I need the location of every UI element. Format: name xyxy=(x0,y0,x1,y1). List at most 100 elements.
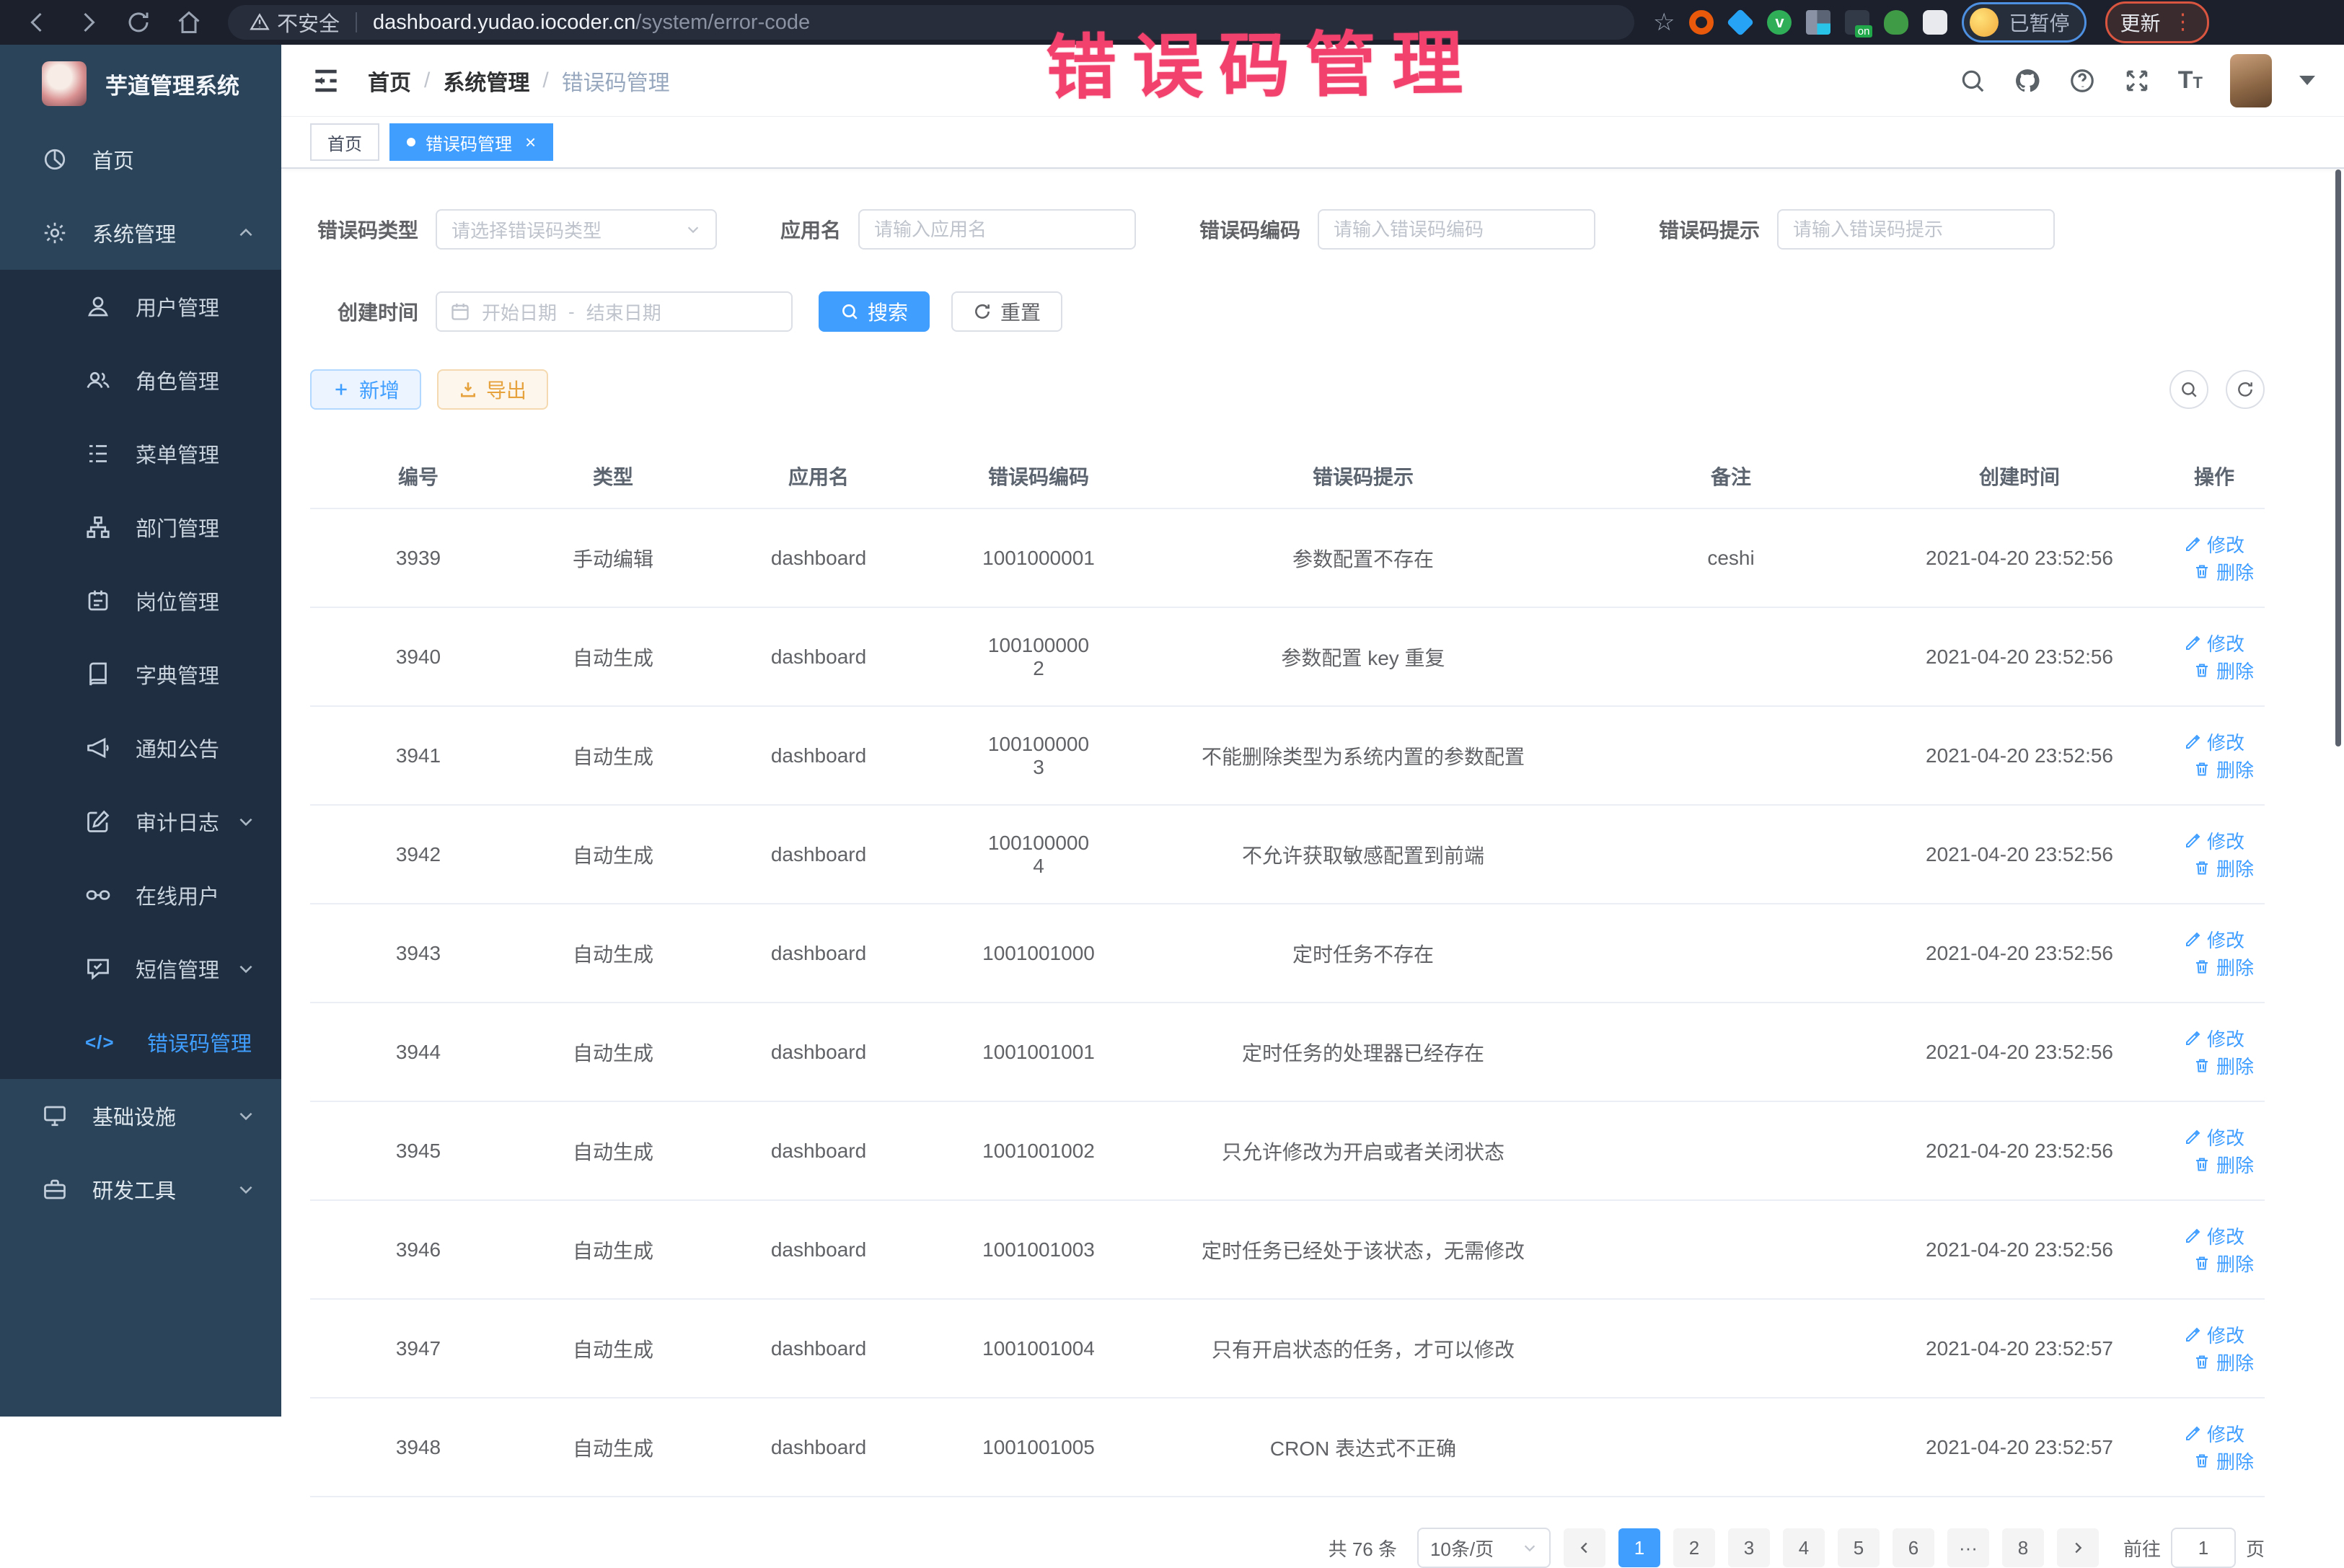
delete-link-label: 删除 xyxy=(2216,657,2254,684)
refresh-table-button[interactable] xyxy=(2226,370,2265,409)
delete-link[interactable]: 删除 xyxy=(2193,1349,2254,1375)
delete-link[interactable]: 删除 xyxy=(2193,1151,2254,1178)
bookmark-star-icon[interactable]: ☆ xyxy=(1653,10,1675,35)
browser-menu-icon[interactable]: ⋮ xyxy=(2172,14,2194,31)
edit-link[interactable]: 修改 xyxy=(2184,630,2244,656)
help-icon[interactable] xyxy=(2068,67,2096,94)
delete-link[interactable]: 删除 xyxy=(2193,855,2254,881)
edit-link[interactable]: 修改 xyxy=(2184,531,2244,558)
link-icon xyxy=(85,882,111,908)
export-button[interactable]: 导出 xyxy=(437,369,548,410)
page-button-4[interactable]: 4 xyxy=(1783,1528,1825,1567)
sidebar-item-system[interactable]: 系统管理 xyxy=(0,196,281,270)
error-type-select[interactable]: 请选择错误码类型 xyxy=(436,209,717,250)
security-warning[interactable]: 不安全 xyxy=(250,7,340,38)
profile-avatar xyxy=(1970,8,1999,37)
back-icon[interactable] xyxy=(25,9,50,35)
edit-link[interactable]: 修改 xyxy=(2184,827,2244,854)
cell-app: dashboard xyxy=(771,547,866,569)
more-pages-button[interactable]: ··· xyxy=(1947,1528,1989,1567)
edit-link[interactable]: 修改 xyxy=(2184,1420,2244,1447)
reset-button[interactable]: 重置 xyxy=(951,291,1062,332)
sidebar-item-sms[interactable]: 短信管理 xyxy=(0,932,281,1005)
error-code-input[interactable] xyxy=(1318,209,1595,250)
extension-icon-1[interactable] xyxy=(1689,10,1714,35)
sidebar-item-posts[interactable]: 岗位管理 xyxy=(0,564,281,638)
page-button-1[interactable]: 1 xyxy=(1618,1528,1660,1567)
fullscreen-icon[interactable] xyxy=(2123,67,2151,94)
edit-link[interactable]: 修改 xyxy=(2184,1321,2244,1348)
page-size-select[interactable]: 10条/页 xyxy=(1417,1528,1551,1568)
delete-link[interactable]: 删除 xyxy=(2193,558,2254,585)
delete-link[interactable]: 删除 xyxy=(2193,1052,2254,1079)
avatar-caret-icon[interactable] xyxy=(2299,76,2315,85)
close-tab-icon[interactable]: × xyxy=(525,133,536,151)
trash-icon xyxy=(2193,1452,2211,1469)
sidebar-logo-row[interactable]: 芋道管理系统 xyxy=(0,45,281,123)
extension-icon-3[interactable]: v xyxy=(1767,10,1792,35)
app-name-input[interactable] xyxy=(858,209,1136,250)
search-button[interactable]: 搜索 xyxy=(819,291,930,332)
search-icon[interactable] xyxy=(1959,67,1986,94)
delete-link[interactable]: 删除 xyxy=(2193,1250,2254,1277)
sidebar-item-home[interactable]: 首页 xyxy=(0,123,281,196)
update-chip[interactable]: 更新 ⋮ xyxy=(2105,1,2209,43)
sidebar-item-error-codes[interactable]: </> 错误码管理 xyxy=(0,1005,281,1079)
forward-icon[interactable] xyxy=(75,9,101,35)
font-size-icon[interactable]: TT xyxy=(2178,66,2203,94)
hamburger-icon[interactable] xyxy=(310,65,342,97)
page-button-5[interactable]: 5 xyxy=(1838,1528,1880,1567)
delete-link[interactable]: 删除 xyxy=(2193,953,2254,980)
breadcrumb-system[interactable]: 系统管理 xyxy=(443,65,529,97)
page-button-6[interactable]: 6 xyxy=(1893,1528,1934,1567)
add-button[interactable]: 新增 xyxy=(310,369,421,410)
date-range-picker[interactable]: 开始日期 - 结束日期 xyxy=(436,291,793,332)
delete-link[interactable]: 删除 xyxy=(2193,657,2254,684)
extensions-puzzle-icon[interactable] xyxy=(1923,10,1947,35)
sidebar-item-dictionary[interactable]: 字典管理 xyxy=(0,638,281,711)
extension-icon-2[interactable] xyxy=(1727,9,1754,36)
reload-icon[interactable] xyxy=(125,9,151,35)
delete-link-label: 删除 xyxy=(2216,1052,2254,1079)
edit-link[interactable]: 修改 xyxy=(2184,728,2244,755)
show-search-button[interactable] xyxy=(2169,370,2208,409)
error-hint-input[interactable] xyxy=(1777,209,2055,250)
edit-link[interactable]: 修改 xyxy=(2184,1223,2244,1249)
home-icon[interactable] xyxy=(176,9,202,35)
sidebar-item-infrastructure[interactable]: 基础设施 xyxy=(0,1079,281,1153)
delete-link[interactable]: 删除 xyxy=(2193,756,2254,783)
extension-icon-6[interactable] xyxy=(1884,10,1908,35)
edit-link[interactable]: 修改 xyxy=(2184,1025,2244,1052)
delete-link[interactable]: 删除 xyxy=(2193,1448,2254,1474)
cell-type: 自动生成 xyxy=(573,746,653,768)
sidebar-item-departments[interactable]: 部门管理 xyxy=(0,490,281,564)
sidebar-item-notices[interactable]: 通知公告 xyxy=(0,711,281,785)
edit-link[interactable]: 修改 xyxy=(2184,1124,2244,1150)
sidebar-item-dev-tools[interactable]: 研发工具 xyxy=(0,1153,281,1226)
page-button-8[interactable]: 8 xyxy=(2002,1528,2044,1567)
page-button-2[interactable]: 2 xyxy=(1673,1528,1715,1567)
delete-link-label: 删除 xyxy=(2216,558,2254,585)
table-toolbar: 新增 导出 xyxy=(281,369,2344,410)
sidebar-item-users[interactable]: 用户管理 xyxy=(0,270,281,343)
breadcrumb-home[interactable]: 首页 xyxy=(368,65,411,97)
extension-icon-5[interactable] xyxy=(1845,10,1869,35)
sidebar-item-roles[interactable]: 角色管理 xyxy=(0,343,281,417)
sidebar-item-audit-log[interactable]: 审计日志 xyxy=(0,785,281,858)
sidebar-item-online-users[interactable]: 在线用户 xyxy=(0,858,281,932)
edit-link[interactable]: 修改 xyxy=(2184,926,2244,953)
goto-page-input[interactable] xyxy=(2171,1528,2236,1568)
scrollbar-thumb[interactable] xyxy=(2335,169,2341,746)
sidebar-item-label: 通知公告 xyxy=(136,733,219,763)
tab-error-codes[interactable]: 错误码管理 × xyxy=(389,123,553,161)
github-icon[interactable] xyxy=(2014,67,2041,94)
extension-icon-4[interactable] xyxy=(1806,10,1830,35)
edit-note-icon xyxy=(85,809,111,834)
user-avatar[interactable] xyxy=(2230,54,2272,107)
sidebar-item-menus[interactable]: 菜单管理 xyxy=(0,417,281,490)
profile-chip[interactable]: 已暂停 xyxy=(1962,2,2086,43)
tab-home[interactable]: 首页 xyxy=(310,123,379,161)
page-button-3[interactable]: 3 xyxy=(1728,1528,1770,1567)
next-page-button[interactable] xyxy=(2057,1528,2099,1567)
prev-page-button[interactable] xyxy=(1564,1528,1605,1567)
